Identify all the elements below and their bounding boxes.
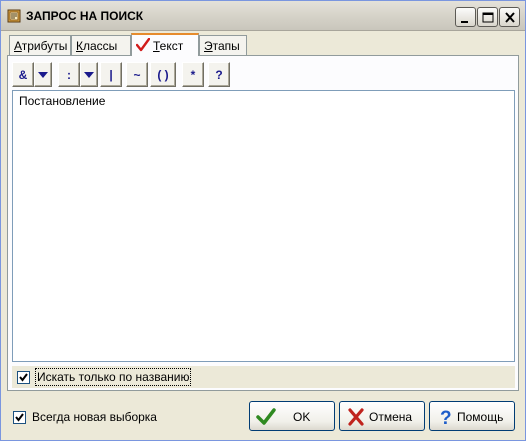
checkmark-icon: [15, 413, 24, 422]
minimize-icon: [461, 21, 468, 23]
parens-operator-button[interactable]: ( ): [150, 62, 176, 87]
colon-dropdown-button[interactable]: [80, 62, 98, 87]
tab-label-rest: тапы: [212, 39, 240, 53]
close-icon: [505, 12, 515, 23]
wildcard-question-button[interactable]: ?: [208, 62, 230, 87]
tab-label-rest: лассы: [83, 39, 118, 53]
check-icon: [135, 37, 151, 55]
text-tab-page: & : | ~ ( ) * ? Постановление Искать тол…: [7, 55, 519, 391]
colon-operator-button[interactable]: :: [58, 62, 80, 87]
checkmark-icon: [19, 373, 28, 382]
tab-classes[interactable]: Классы: [71, 35, 131, 55]
ok-check-icon: [256, 407, 276, 430]
wildcard-star-button[interactable]: *: [182, 62, 204, 87]
search-request-dialog: ЗАПРОС НА ПОИСК Атрибуты Классы Текст Эт…: [0, 0, 526, 441]
help-question-icon: ?: [436, 407, 456, 430]
wildcard-question-glyph: ?: [215, 67, 223, 82]
tab-accel-letter: А: [14, 39, 22, 53]
and-operator-button[interactable]: &: [12, 62, 34, 87]
dropdown-arrow-icon: [84, 71, 94, 78]
and-operator-glyph: &: [18, 67, 28, 82]
tilde-operator-glyph: ~: [133, 67, 141, 82]
close-button[interactable]: [499, 7, 520, 27]
minimize-button[interactable]: [455, 7, 476, 27]
and-dropdown-button[interactable]: [34, 62, 52, 87]
wildcard-star-glyph: *: [190, 67, 196, 82]
svg-text:?: ?: [440, 408, 452, 427]
cancel-label: Отмена: [369, 410, 413, 424]
search-text-value: Постановление: [19, 94, 106, 108]
tab-stages[interactable]: Этапы: [199, 35, 247, 55]
name-only-label[interactable]: Искать только по названию: [34, 368, 192, 386]
help-label: Помощь: [457, 410, 504, 424]
or-operator-button[interactable]: |: [100, 62, 122, 87]
window-title: ЗАПРОС НА ПОИСК: [26, 9, 144, 23]
name-only-checkbox[interactable]: [17, 371, 30, 384]
tab-label-rest: трибуты: [21, 39, 68, 53]
cancel-button[interactable]: Отмена: [339, 401, 425, 431]
always-new-label[interactable]: Всегда новая выборка: [32, 410, 157, 424]
or-operator-glyph: |: [109, 67, 113, 82]
cancel-x-icon: [346, 407, 366, 430]
maximize-button[interactable]: [477, 7, 498, 27]
ok-label: OK: [293, 410, 311, 424]
app-book-icon: [6, 8, 22, 24]
tab-accel-letter: К: [76, 39, 83, 53]
title-bar[interactable]: ЗАПРОС НА ПОИСК: [1, 1, 525, 31]
name-only-row: Искать только по названию: [12, 366, 515, 388]
colon-operator-glyph: :: [67, 67, 71, 82]
tab-accel-letter: Т: [153, 39, 160, 53]
parens-operator-glyph: ( ): [157, 67, 169, 82]
search-text-area[interactable]: Постановление: [12, 90, 515, 362]
tab-accel-letter: Э: [204, 39, 213, 53]
help-button[interactable]: ? Помощь: [429, 401, 515, 431]
tab-text[interactable]: Текст: [131, 33, 199, 56]
tab-attributes[interactable]: Атрибуты: [9, 35, 71, 55]
maximize-icon: [482, 12, 494, 23]
tilde-operator-button[interactable]: ~: [126, 62, 148, 87]
tab-label-rest: екст: [159, 39, 184, 53]
ok-button[interactable]: OK: [249, 401, 335, 431]
dropdown-arrow-icon: [38, 71, 48, 78]
always-new-checkbox[interactable]: [13, 411, 26, 424]
